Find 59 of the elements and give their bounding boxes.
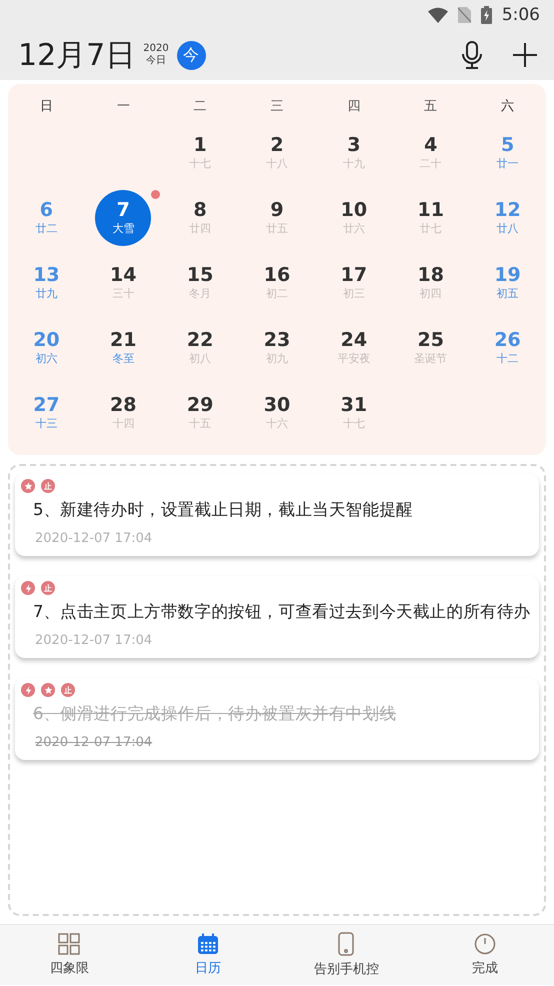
status-time: 5:06 bbox=[502, 5, 540, 25]
weekday-label: 一 bbox=[116, 98, 130, 115]
tag-badge: 止 bbox=[61, 683, 75, 697]
calendar-day[interactable]: 21 冬至 bbox=[95, 320, 152, 376]
phone-icon bbox=[338, 932, 354, 956]
nav-tab[interactable]: 告别手机控 bbox=[277, 925, 416, 985]
calendar-day[interactable]: 11 廿七 bbox=[402, 190, 459, 246]
calendar-day[interactable]: 1 十七 bbox=[172, 124, 228, 180]
weekday-label: 日 bbox=[40, 98, 53, 115]
calendar-day[interactable]: 22 初八 bbox=[172, 320, 228, 376]
tag-badge: 止 bbox=[41, 581, 55, 595]
calendar-day[interactable]: 14 三十 bbox=[95, 254, 152, 310]
current-date: 12月7日 bbox=[18, 36, 136, 74]
weekday-label: 三 bbox=[270, 98, 284, 115]
nav-tab[interactable]: 日历 bbox=[138, 925, 277, 985]
no-sim-icon bbox=[458, 7, 471, 23]
calendar-day[interactable]: 28 十四 bbox=[95, 384, 152, 440]
battery-icon bbox=[480, 6, 492, 24]
clock-icon bbox=[474, 933, 496, 955]
grid-icon bbox=[58, 933, 80, 955]
lightning-icon bbox=[21, 581, 35, 595]
calendar-day[interactable]: 9 廿五 bbox=[248, 190, 305, 246]
todo-card[interactable]: 止 7、点击主页上方带数字的按钮，可查看过去到今天截止的所有待办 2020-12-07 17:04 bbox=[15, 576, 539, 658]
calendar-icon bbox=[196, 933, 219, 955]
year-label: 2020 bbox=[143, 43, 169, 55]
weekday-label: 五 bbox=[424, 98, 438, 115]
calendar-day[interactable]: 25 圣诞节 bbox=[402, 320, 459, 376]
calendar-day[interactable]: 23 初九 bbox=[248, 320, 305, 376]
wifi-icon bbox=[428, 7, 448, 23]
calendar-day[interactable]: 7 大雪 bbox=[95, 190, 152, 246]
today-label: 今日 bbox=[146, 55, 166, 67]
todo-card[interactable]: 止 5、新建待办时，设置截止日期，截止当天智能提醒 2020-12-07 17:04 bbox=[15, 474, 539, 556]
calendar-day[interactable]: 4 二十 bbox=[402, 124, 459, 180]
calendar-day[interactable]: 2 十八 bbox=[248, 124, 305, 180]
todo-time: 2020-12-07 17:04 bbox=[35, 531, 154, 546]
todo-title: 5、新建待办时，设置截止日期，截止当天智能提醒 bbox=[33, 499, 414, 521]
calendar-day[interactable]: 24 平安夜 bbox=[326, 320, 382, 376]
lightning-icon bbox=[21, 683, 35, 697]
calendar-day[interactable]: 16 初二 bbox=[248, 254, 305, 310]
tag-badge: 止 bbox=[41, 479, 55, 493]
weekday-label: 六 bbox=[501, 98, 514, 115]
todo-title: 6、侧滑进行完成操作后，待办被置灰并有中划线 bbox=[33, 703, 398, 725]
nav-tab[interactable]: 完成 bbox=[416, 925, 554, 985]
calendar-day[interactable]: 8 廿四 bbox=[172, 190, 228, 246]
calendar-day[interactable]: 3 十九 bbox=[326, 124, 382, 180]
nav-tab[interactable]: 四象限 bbox=[0, 925, 138, 985]
calendar-day[interactable]: 31 十七 bbox=[326, 384, 382, 440]
todo-time: 2020-12-07 17:04 bbox=[35, 633, 154, 648]
calendar-day[interactable]: 30 十六 bbox=[248, 384, 305, 440]
calendar-day[interactable]: 29 十五 bbox=[172, 384, 228, 440]
calendar-day[interactable]: 18 初四 bbox=[402, 254, 459, 310]
weekday-label: 二 bbox=[194, 98, 207, 115]
calendar-day[interactable]: 15 冬月 bbox=[172, 254, 228, 310]
calendar-day[interactable]: 10 廿六 bbox=[326, 190, 382, 246]
todo-title: 7、点击主页上方带数字的按钮，可查看过去到今天截止的所有待办 bbox=[33, 601, 532, 623]
weekday-label: 四 bbox=[347, 98, 360, 115]
todo-time: 2020-12-07 17:04 bbox=[35, 735, 154, 750]
today-button[interactable]: 今 bbox=[176, 40, 206, 70]
calendar-day[interactable]: 17 初三 bbox=[326, 254, 382, 310]
